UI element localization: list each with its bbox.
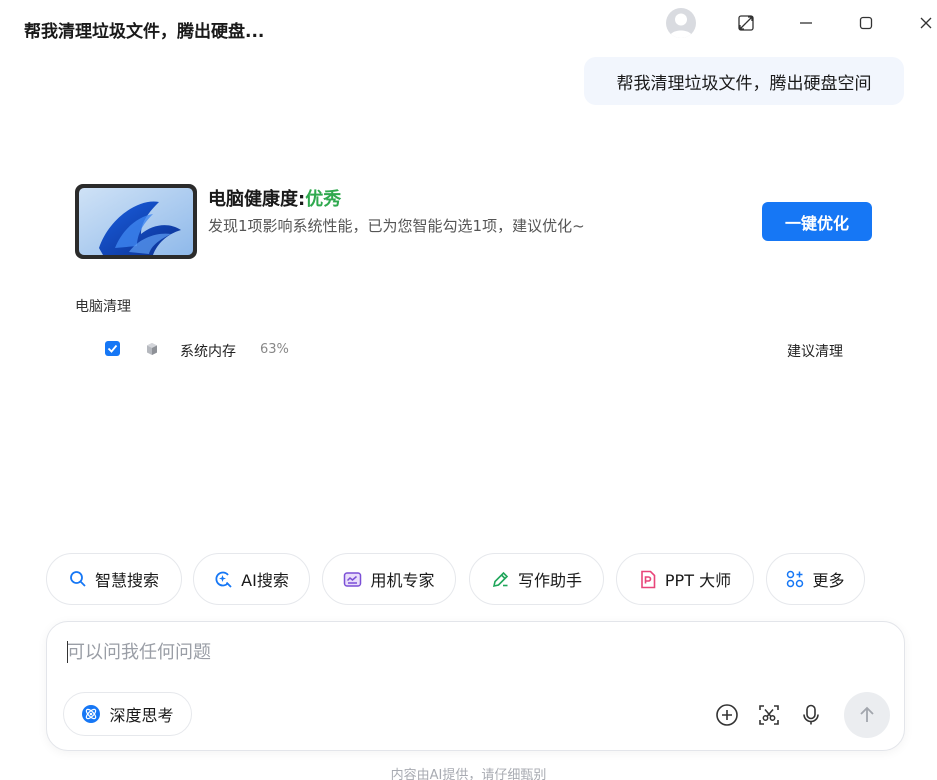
health-description: 发现1项影响系统性能，已为您智能勾选1项，建议优化~ — [208, 217, 585, 235]
expand-button[interactable] — [733, 10, 759, 36]
send-button[interactable] — [844, 692, 890, 738]
scissors-icon — [759, 705, 779, 725]
memory-icon — [147, 343, 157, 355]
cleanup-row: 系统内存 63% 建议清理 — [0, 333, 937, 367]
cleanup-checkbox[interactable] — [105, 341, 120, 356]
pc-thumbnail — [75, 184, 197, 259]
cleanup-item-name: 系统内存 — [180, 344, 236, 360]
cleanup-item-percent: 63% — [260, 342, 289, 357]
tool-writing-assistant[interactable]: 写作助手 — [469, 553, 604, 605]
tool-label: 智慧搜索 — [94, 571, 159, 590]
arrow-up-icon — [860, 706, 874, 722]
maximize-icon — [859, 16, 873, 30]
windows-wallpaper-image — [79, 188, 193, 255]
title-bar: 帮我清理垃圾文件，腾出硬盘... — [0, 0, 937, 56]
close-button[interactable] — [913, 10, 937, 36]
user-message-bubble: 帮我清理垃圾文件，腾出硬盘空间 — [584, 57, 904, 105]
tool-device-expert[interactable]: 用机专家 — [322, 553, 456, 605]
ai-disclaimer: 内容由AI提供，请仔细甄别 — [390, 768, 547, 780]
text-caret — [67, 641, 68, 663]
deep-think-toggle[interactable]: 深度思考 — [63, 692, 192, 736]
screenshot-button[interactable] — [756, 702, 782, 728]
tool-label: PPT 大师 — [664, 571, 732, 590]
keyboard-icon — [344, 571, 362, 587]
tool-label: 写作助手 — [517, 571, 582, 590]
tool-ai-search[interactable]: AI搜索 — [193, 553, 310, 605]
grid-icon — [787, 570, 804, 588]
tool-label: AI搜索 — [241, 571, 289, 590]
section-label-cleanup: 电脑清理 — [75, 299, 131, 315]
window-title: 帮我清理垃圾文件，腾出硬盘... — [24, 22, 265, 42]
maximize-button[interactable] — [853, 10, 879, 36]
chat-composer: 深度思考 — [46, 621, 905, 751]
health-status: 优秀 — [305, 189, 342, 210]
avatar[interactable] — [666, 8, 696, 38]
tool-ppt-master[interactable]: PPT 大师 — [616, 553, 754, 605]
one-click-optimize-button[interactable]: 一键优化 — [762, 202, 872, 241]
voice-input-button[interactable] — [798, 702, 824, 728]
plus-circle-icon — [716, 704, 738, 726]
expand-icon — [738, 15, 754, 31]
ppt-icon — [641, 570, 656, 588]
close-icon — [920, 17, 932, 29]
check-icon — [107, 344, 118, 353]
health-title: 电脑健康度:优秀 — [208, 185, 341, 211]
attach-button[interactable] — [714, 702, 740, 728]
cleanup-item-action[interactable]: 建议清理 — [787, 341, 843, 361]
tool-smart-search[interactable]: 智慧搜索 — [46, 553, 182, 605]
tool-label: 用机专家 — [370, 571, 435, 590]
deep-think-label: 深度思考 — [109, 706, 174, 725]
health-title-label: 电脑健康度: — [208, 189, 306, 210]
minimize-icon — [800, 22, 812, 24]
pen-icon — [492, 571, 509, 587]
user-icon — [669, 13, 693, 38]
tool-label: 更多 — [812, 571, 845, 590]
tool-more[interactable]: 更多 — [766, 553, 865, 605]
search-icon — [70, 571, 86, 587]
microphone-icon — [803, 704, 819, 725]
atom-icon — [82, 705, 101, 723]
minimize-button[interactable] — [793, 10, 819, 36]
ai-search-icon — [215, 571, 232, 588]
assistant-window: 帮我清理垃圾文件，腾出硬盘... 帮我清理垃圾文件，腾出硬盘空间 电脑健康度:优… — [0, 0, 937, 780]
chat-input[interactable] — [67, 638, 867, 666]
